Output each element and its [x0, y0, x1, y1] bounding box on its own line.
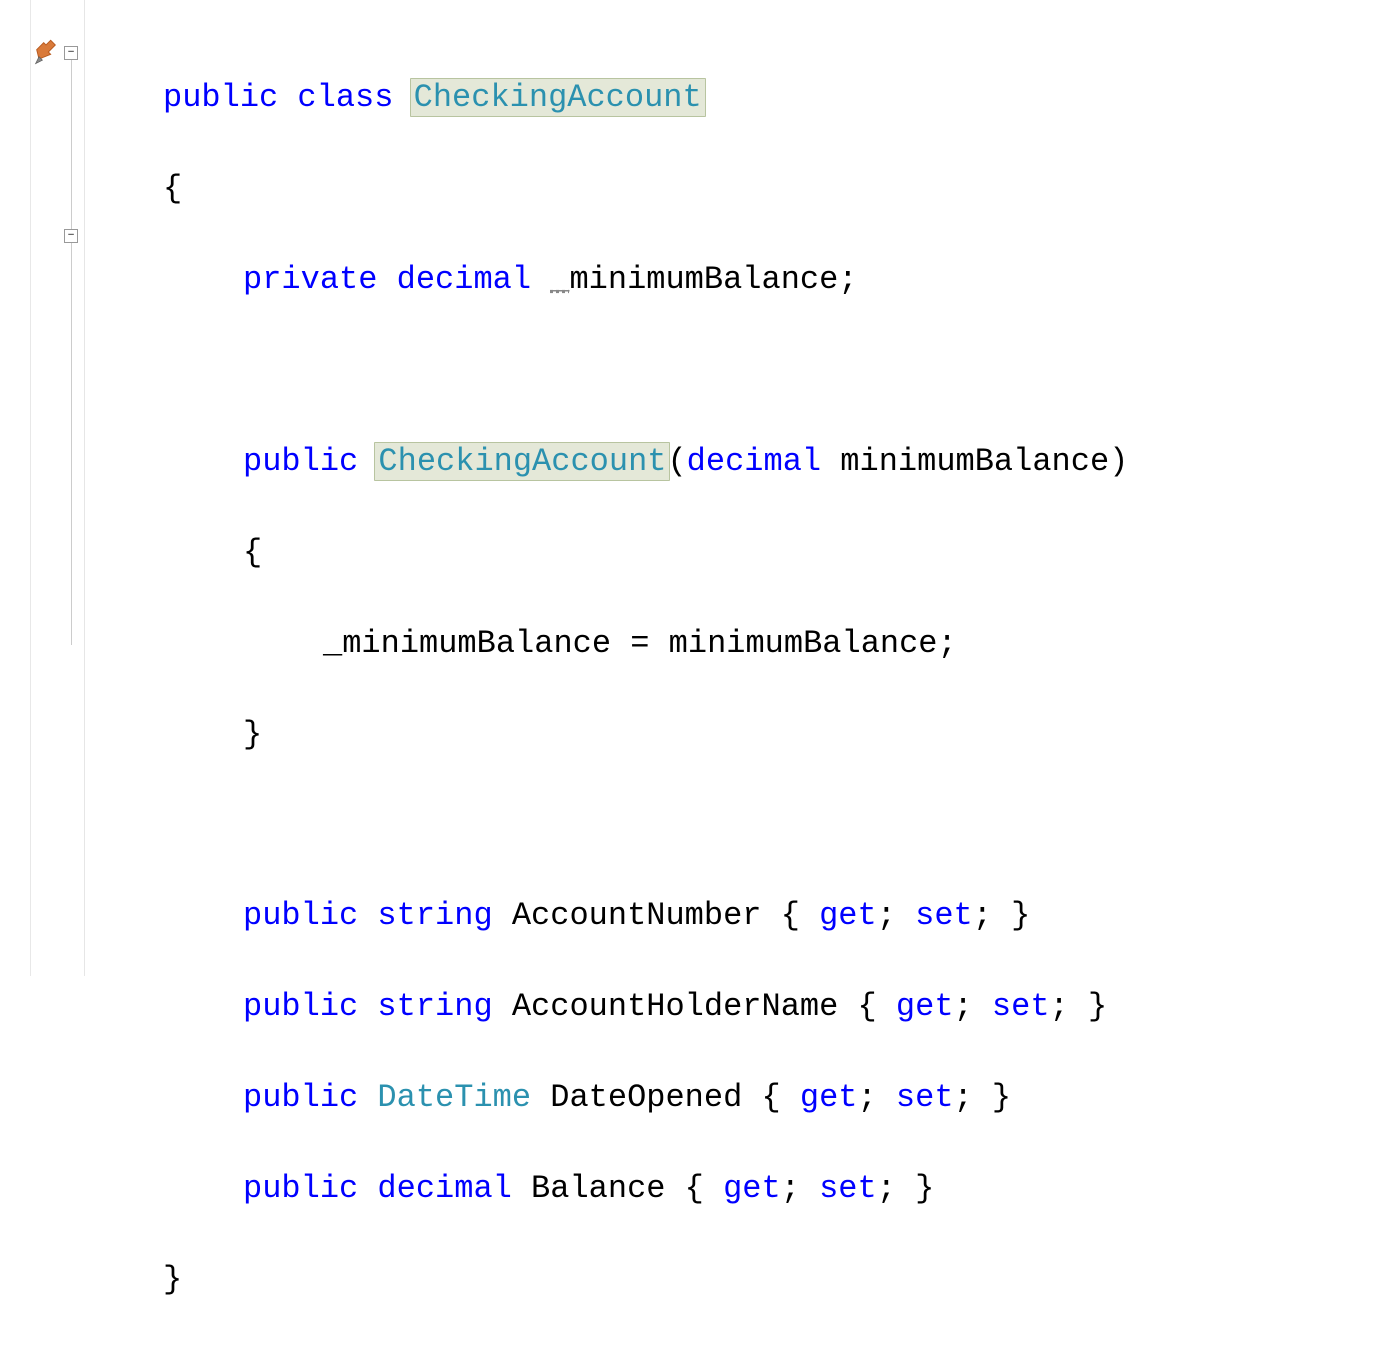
fold-toggle-class[interactable] [64, 46, 78, 60]
fold-line-class [71, 60, 72, 645]
code-line-field: private decimal _minimumBalance; [163, 257, 1388, 302]
quick-action-icon[interactable] [32, 38, 60, 66]
code-line-blank [163, 802, 1388, 847]
code-line-prop-accountholdername: public string AccountHolderName { get; s… [163, 984, 1388, 1029]
fold-toggle-constructor[interactable] [64, 229, 78, 243]
code-line-prop-dateopened: public DateTime DateOpened { get; set; } [163, 1075, 1388, 1120]
code-line-close-brace: } [163, 1257, 1388, 1302]
code-line-assignment: _minimumBalance = minimumBalance; [163, 621, 1388, 666]
code-line-class-decl: public class CheckingAccount [163, 75, 1388, 120]
code-editor[interactable]: public class CheckingAccount { private d… [85, 0, 1388, 976]
class-name-highlighted: CheckingAccount [410, 78, 706, 117]
code-line-ctor-close: } [163, 712, 1388, 757]
code-line-open-brace: { [163, 166, 1388, 211]
code-line-constructor: public CheckingAccount(decimal minimumBa… [163, 439, 1388, 484]
editor-gutter [0, 0, 85, 976]
code-line-ctor-open: { [163, 530, 1388, 575]
code-line-prop-balance: public decimal Balance { get; set; } [163, 1166, 1388, 1211]
code-line-blank [163, 348, 1388, 393]
code-line-prop-accountnumber: public string AccountNumber { get; set; … [163, 893, 1388, 938]
gutter-divider [30, 0, 31, 976]
constructor-name-highlighted: CheckingAccount [374, 442, 670, 481]
